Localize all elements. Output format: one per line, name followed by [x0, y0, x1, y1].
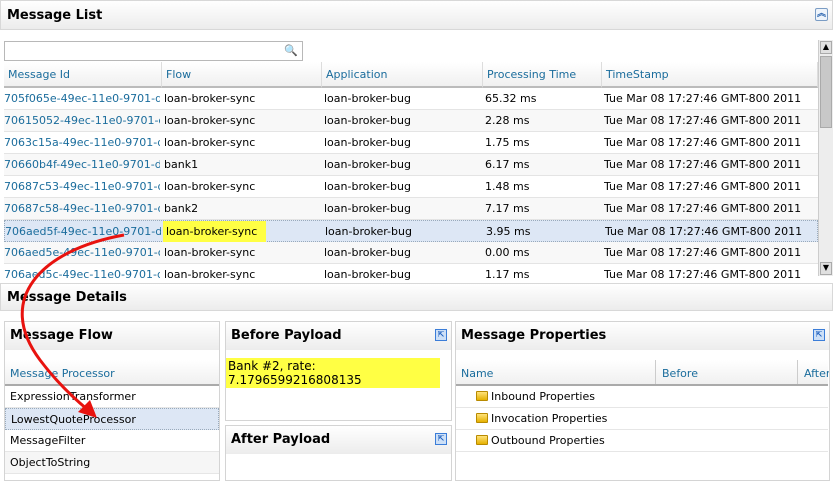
message-list-title: Message List [7, 7, 103, 23]
flow-cell: loan-broker-sync [164, 92, 256, 105]
message-id-cell[interactable]: 706aed5e-49ec-11e0-9701-d92 [4, 246, 160, 259]
column-before[interactable]: Before [657, 360, 798, 384]
before-payload-panel: Before Payload ⇱ Bank #2, rate: 7.1796599… [225, 321, 452, 421]
processing-time-cell: 1.17 ms [485, 268, 530, 281]
folder-icon [476, 391, 488, 401]
message-flow-title: Message Flow [5, 322, 219, 350]
properties-header: Name Before After [456, 360, 829, 387]
application-cell: loan-broker-bug [324, 246, 411, 259]
processing-time-cell: 3.95 ms [486, 225, 531, 238]
processing-time-cell: 1.75 ms [485, 136, 530, 149]
application-cell: loan-broker-bug [324, 202, 411, 215]
table-row[interactable]: 70687c53-49ec-11e0-9701-d92 loan-broker-s… [4, 176, 818, 198]
after-payload-panel: After Payload ⇱ [225, 425, 452, 481]
popout-icon[interactable]: ⇱ [435, 433, 447, 445]
property-label: Outbound Properties [491, 434, 605, 447]
table-row[interactable]: 706aed5e-49ec-11e0-9701-d92 loan-broker-s… [4, 242, 818, 264]
table-row[interactable]: 7063c15a-49ec-11e0-9701-d92 loan-broker-s… [4, 132, 818, 154]
message-details-title: Message Details [7, 289, 127, 305]
flow-cell: loan-broker-sync [164, 246, 256, 259]
timestamp-cell: Tue Mar 08 17:27:46 GMT-800 2011 [604, 180, 802, 193]
application-cell: loan-broker-bug [324, 114, 411, 127]
processing-time-cell: 2.28 ms [485, 114, 530, 127]
flow-cell: loan-broker-sync [163, 221, 266, 242]
flow-cell: bank1 [164, 158, 199, 171]
message-list-header: Message List ︽ [0, 0, 833, 30]
column-flow[interactable]: Flow [162, 62, 322, 88]
column-message-id[interactable]: Message Id [4, 62, 162, 88]
property-group-outbound[interactable]: Outbound Properties [456, 430, 828, 452]
table-row[interactable]: 70687c58-49ec-11e0-9701-d92 bank2 loan-bro… [4, 198, 818, 220]
message-id-cell[interactable]: 706aed5f-49ec-11e0-9701-d92l [5, 225, 161, 238]
timestamp-cell: Tue Mar 08 17:27:46 GMT-800 2011 [604, 268, 802, 281]
table-row[interactable]: 706aed5f-49ec-11e0-9701-d92lloan-broker-… [4, 220, 818, 242]
flow-cell: loan-broker-sync [164, 114, 256, 127]
message-id-cell[interactable]: 7063c15a-49ec-11e0-9701-d92 [4, 136, 160, 149]
processing-time-cell: 6.17 ms [485, 158, 530, 171]
flow-cell: loan-broker-sync [164, 268, 256, 281]
message-properties-title: Message Properties [461, 328, 607, 343]
property-group-inbound[interactable]: Inbound Properties [456, 386, 828, 408]
application-cell: loan-broker-bug [324, 92, 411, 105]
before-payload-title: Before Payload [231, 328, 342, 343]
application-cell: loan-broker-bug [325, 225, 412, 238]
column-name[interactable]: Name [456, 360, 656, 384]
column-message-processor[interactable]: Message Processor [5, 360, 219, 386]
popout-icon[interactable]: ⇱ [813, 329, 825, 341]
processing-time-cell: 0.00 ms [485, 246, 530, 259]
message-id-cell[interactable]: 70687c53-49ec-11e0-9701-d92 [4, 180, 160, 193]
flow-item[interactable]: ExpressionTransformer [5, 386, 219, 408]
application-cell: loan-broker-bug [324, 268, 411, 281]
property-group-invocation[interactable]: Invocation Properties [456, 408, 828, 430]
message-id-cell[interactable]: 70687c58-49ec-11e0-9701-d92 [4, 202, 160, 215]
column-after[interactable]: After [799, 360, 829, 387]
message-flow-panel: Message Flow Message Processor Expressio… [4, 321, 220, 481]
collapse-icon[interactable]: ︽ [815, 8, 828, 21]
processing-time-cell: 1.48 ms [485, 180, 530, 193]
scrollbar[interactable]: ▲ ▼ [818, 40, 833, 276]
popout-icon[interactable]: ⇱ [435, 329, 447, 341]
timestamp-cell: Tue Mar 08 17:27:46 GMT-800 2011 [604, 158, 802, 171]
processing-time-cell: 7.17 ms [485, 202, 530, 215]
timestamp-cell: Tue Mar 08 17:27:46 GMT-800 2011 [605, 225, 803, 238]
timestamp-cell: Tue Mar 08 17:27:46 GMT-800 2011 [604, 92, 802, 105]
message-details-header: Message Details [0, 283, 833, 311]
table-row[interactable]: 70615052-49ec-11e0-9701-d92 loan-broker-s… [4, 110, 818, 132]
table-row[interactable]: 705f065e-49ec-11e0-9701-d92l loan-broker-… [4, 88, 818, 110]
flow-item[interactable]: MessageFilter [5, 430, 219, 452]
column-application[interactable]: Application [322, 62, 483, 88]
application-cell: loan-broker-bug [324, 158, 411, 171]
processing-time-cell: 65.32 ms [485, 92, 537, 105]
message-id-cell[interactable]: 706aed5c-49ec-11e0-9701-d92 [4, 268, 160, 281]
property-label: Inbound Properties [491, 390, 595, 403]
search-icon[interactable]: 🔍 [284, 44, 298, 57]
timestamp-cell: Tue Mar 08 17:27:46 GMT-800 2011 [604, 246, 802, 259]
application-cell: loan-broker-bug [324, 180, 411, 193]
flow-item[interactable]: ObjectToString [5, 452, 219, 474]
flow-item-selected[interactable]: LowestQuoteProcessor [5, 408, 219, 430]
table-row[interactable]: 70660b4f-49ec-11e0-9701-d92l bank1 loan-br… [4, 154, 818, 176]
column-processing-time[interactable]: Processing Time [483, 62, 602, 88]
application-cell: loan-broker-bug [324, 136, 411, 149]
flow-cell: loan-broker-sync [164, 136, 256, 149]
timestamp-cell: Tue Mar 08 17:27:46 GMT-800 2011 [604, 136, 802, 149]
column-timestamp[interactable]: TimeStamp [602, 62, 818, 88]
folder-icon [476, 435, 488, 445]
search-input[interactable]: 🔍 [4, 41, 303, 61]
before-payload-content: Bank #2, rate: 7.1796599216808135 [226, 358, 440, 388]
folder-icon [476, 413, 488, 423]
timestamp-cell: Tue Mar 08 17:27:46 GMT-800 2011 [604, 114, 802, 127]
after-payload-title: After Payload [231, 432, 331, 447]
flow-cell: bank2 [164, 202, 199, 215]
message-properties-panel: Message Properties ⇱ Name Before After In… [455, 321, 830, 481]
property-label: Invocation Properties [491, 412, 608, 425]
flow-cell: loan-broker-sync [164, 180, 256, 193]
message-id-cell[interactable]: 70615052-49ec-11e0-9701-d92 [4, 114, 160, 127]
message-id-cell[interactable]: 70660b4f-49ec-11e0-9701-d92l [4, 158, 160, 171]
message-id-cell[interactable]: 705f065e-49ec-11e0-9701-d92l [4, 92, 160, 105]
timestamp-cell: Tue Mar 08 17:27:46 GMT-800 2011 [604, 202, 802, 215]
